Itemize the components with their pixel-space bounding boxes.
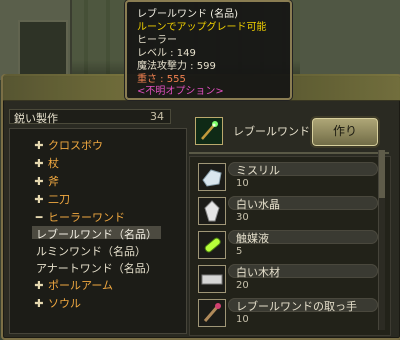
tree-item-label: ソウル	[48, 297, 81, 310]
recipe-lumin-wand[interactable]: ルミンワンド（名品）	[36, 243, 146, 258]
stone-arch	[18, 20, 68, 82]
material-row[interactable]: 白い木材 20	[194, 263, 378, 294]
material-row[interactable]: 白い水晶 30	[194, 195, 378, 226]
handle-icon	[198, 299, 226, 327]
item-tooltip: レブールワンド (名品) ルーンでアップグレード可能 ヒーラー レベル : 14…	[125, 0, 292, 100]
material-row[interactable]: ミスリル 10	[194, 161, 378, 192]
material-name: ミスリル	[236, 164, 280, 177]
material-name: 白い木材	[236, 266, 280, 279]
material-count: 10	[236, 178, 249, 189]
material-name: 触媒液	[236, 232, 269, 245]
divider	[189, 152, 389, 154]
crystal-icon	[198, 197, 226, 225]
craft-button[interactable]: 作り	[310, 116, 380, 148]
tree-item-dual-blades[interactable]: ✚ 二刀	[34, 191, 70, 206]
plus-icon[interactable]: ✚	[34, 193, 44, 206]
skill-level: 34	[150, 110, 164, 123]
skill-name: 鋭い製作	[14, 112, 58, 125]
materials-scrollbar[interactable]	[378, 150, 385, 330]
plus-icon[interactable]: ✚	[34, 279, 44, 292]
tree-item-soul[interactable]: ✚ ソウル	[34, 295, 81, 310]
material-count: 5	[236, 246, 243, 257]
tree-item-label: ヒーラーワンド	[48, 211, 125, 224]
materials-list: ミスリル 10 白い水晶 30 触媒液 5 白い木材 20 レブールワンドの取っ…	[189, 156, 391, 336]
crafting-window: 鋭い製作 34 ✚ クロスボウ ✚ 杖 ✚ 斧 ✚ 二刀 ━ ヒーラーワンド レブールワン…	[1, 74, 400, 340]
plus-icon[interactable]: ✚	[34, 157, 44, 170]
material-name: レブールワンドの取っ手	[236, 300, 357, 313]
recipe-rebool-wand[interactable]: レブールワンド（名品）	[32, 226, 161, 241]
tree-item-label: 二刀	[48, 193, 70, 206]
material-row[interactable]: レブールワンドの取っ手 10	[194, 297, 378, 328]
target-item-row: レブールワンド 作り	[195, 116, 391, 148]
tree-item-label: クロスボウ	[48, 139, 103, 152]
recipe-label: レブールワンド（名品）	[36, 228, 157, 241]
recipe-label: ルミンワンド（名品）	[36, 245, 146, 258]
target-item-name: レブールワンド	[233, 125, 310, 138]
vial-icon	[198, 231, 226, 259]
material-name: 白い水晶	[236, 198, 280, 211]
tree-item-polearm[interactable]: ✚ ポールアーム	[34, 277, 114, 292]
material-count: 10	[236, 314, 249, 325]
recipe-anat-wand[interactable]: アナートワンド（名品）	[36, 260, 157, 275]
tree-item-label: 斧	[48, 175, 59, 188]
wood-icon	[198, 265, 226, 293]
tree-item-label: 杖	[48, 157, 59, 170]
stone-pillar-right	[300, 0, 400, 80]
crafting-skill-header: 鋭い製作 34	[9, 109, 171, 125]
wand-icon[interactable]	[195, 117, 223, 145]
plus-icon[interactable]: ✚	[34, 175, 44, 188]
tree-item-healer-wand[interactable]: ━ ヒーラーワンド	[34, 209, 125, 224]
tree-item-label: ポールアーム	[48, 279, 114, 292]
mithril-icon	[198, 163, 226, 191]
recipe-label: アナートワンド（名品）	[36, 262, 157, 275]
material-count: 20	[236, 280, 249, 291]
plus-icon[interactable]: ✚	[34, 139, 44, 152]
tooltip-option: <不明オプション>	[137, 86, 224, 97]
recipe-tree: ✚ クロスボウ ✚ 杖 ✚ 斧 ✚ 二刀 ━ ヒーラーワンド レブールワンド（名品） ルミ…	[9, 128, 187, 334]
tree-item-crossbow[interactable]: ✚ クロスボウ	[34, 137, 103, 152]
plus-icon[interactable]: ✚	[34, 297, 44, 310]
material-row[interactable]: 触媒液 5	[194, 229, 378, 260]
tree-item-axe[interactable]: ✚ 斧	[34, 173, 59, 188]
material-count: 30	[236, 212, 249, 223]
scrollbar-thumb[interactable]	[379, 150, 385, 198]
minus-icon[interactable]: ━	[34, 211, 44, 224]
tree-item-staff[interactable]: ✚ 杖	[34, 155, 59, 170]
